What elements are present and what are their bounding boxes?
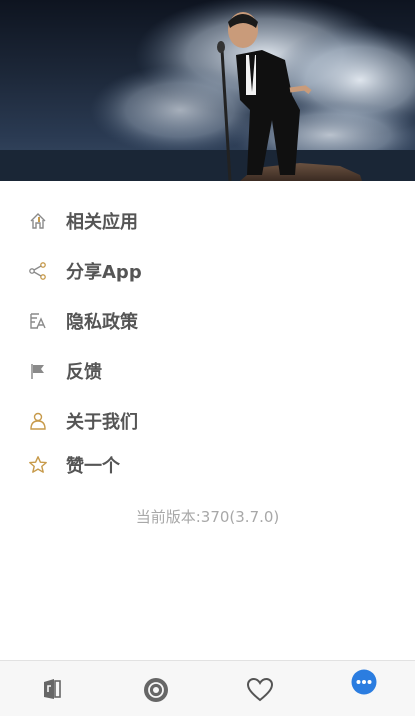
flag-icon <box>27 360 49 382</box>
hero-banner-image <box>0 0 415 181</box>
heart-icon <box>246 677 274 707</box>
user-icon <box>27 410 49 432</box>
tab-discs[interactable] <box>104 661 208 716</box>
version-text: 当前版本:370(3.7.0) <box>135 508 280 526</box>
menu-item-privacy-policy[interactable]: 隐私政策 <box>0 299 415 343</box>
star-icon <box>27 454 49 476</box>
menu-item-label: 隐私政策 <box>66 312 138 333</box>
menu-item-feedback[interactable]: 反馈 <box>0 349 415 393</box>
menu-item-label: 关于我们 <box>66 412 138 433</box>
menu-item-related-apps[interactable]: 相关应用 <box>0 199 415 243</box>
disc-icon <box>143 677 169 707</box>
tab-library[interactable] <box>0 661 104 716</box>
share-icon <box>27 260 49 282</box>
tab-favorites[interactable] <box>208 661 312 716</box>
menu-item-share-app[interactable]: 分享App <box>0 249 415 293</box>
more-icon <box>351 669 377 699</box>
related-apps-icon <box>27 210 49 232</box>
menu-item-label: 相关应用 <box>66 212 138 233</box>
singer-on-rock-photo <box>0 0 415 181</box>
library-icon <box>40 677 64 705</box>
menu-item-label: 赞一个 <box>66 456 120 477</box>
menu-item-like[interactable]: 赞一个 <box>0 443 415 487</box>
bottom-tab-bar <box>0 660 415 716</box>
privacy-policy-icon <box>27 310 49 332</box>
menu-item-label: 反馈 <box>66 362 102 383</box>
tab-more[interactable] <box>312 661 415 716</box>
menu-item-about-us[interactable]: 关于我们 <box>0 399 415 443</box>
menu-item-label: 分享App <box>66 262 142 283</box>
